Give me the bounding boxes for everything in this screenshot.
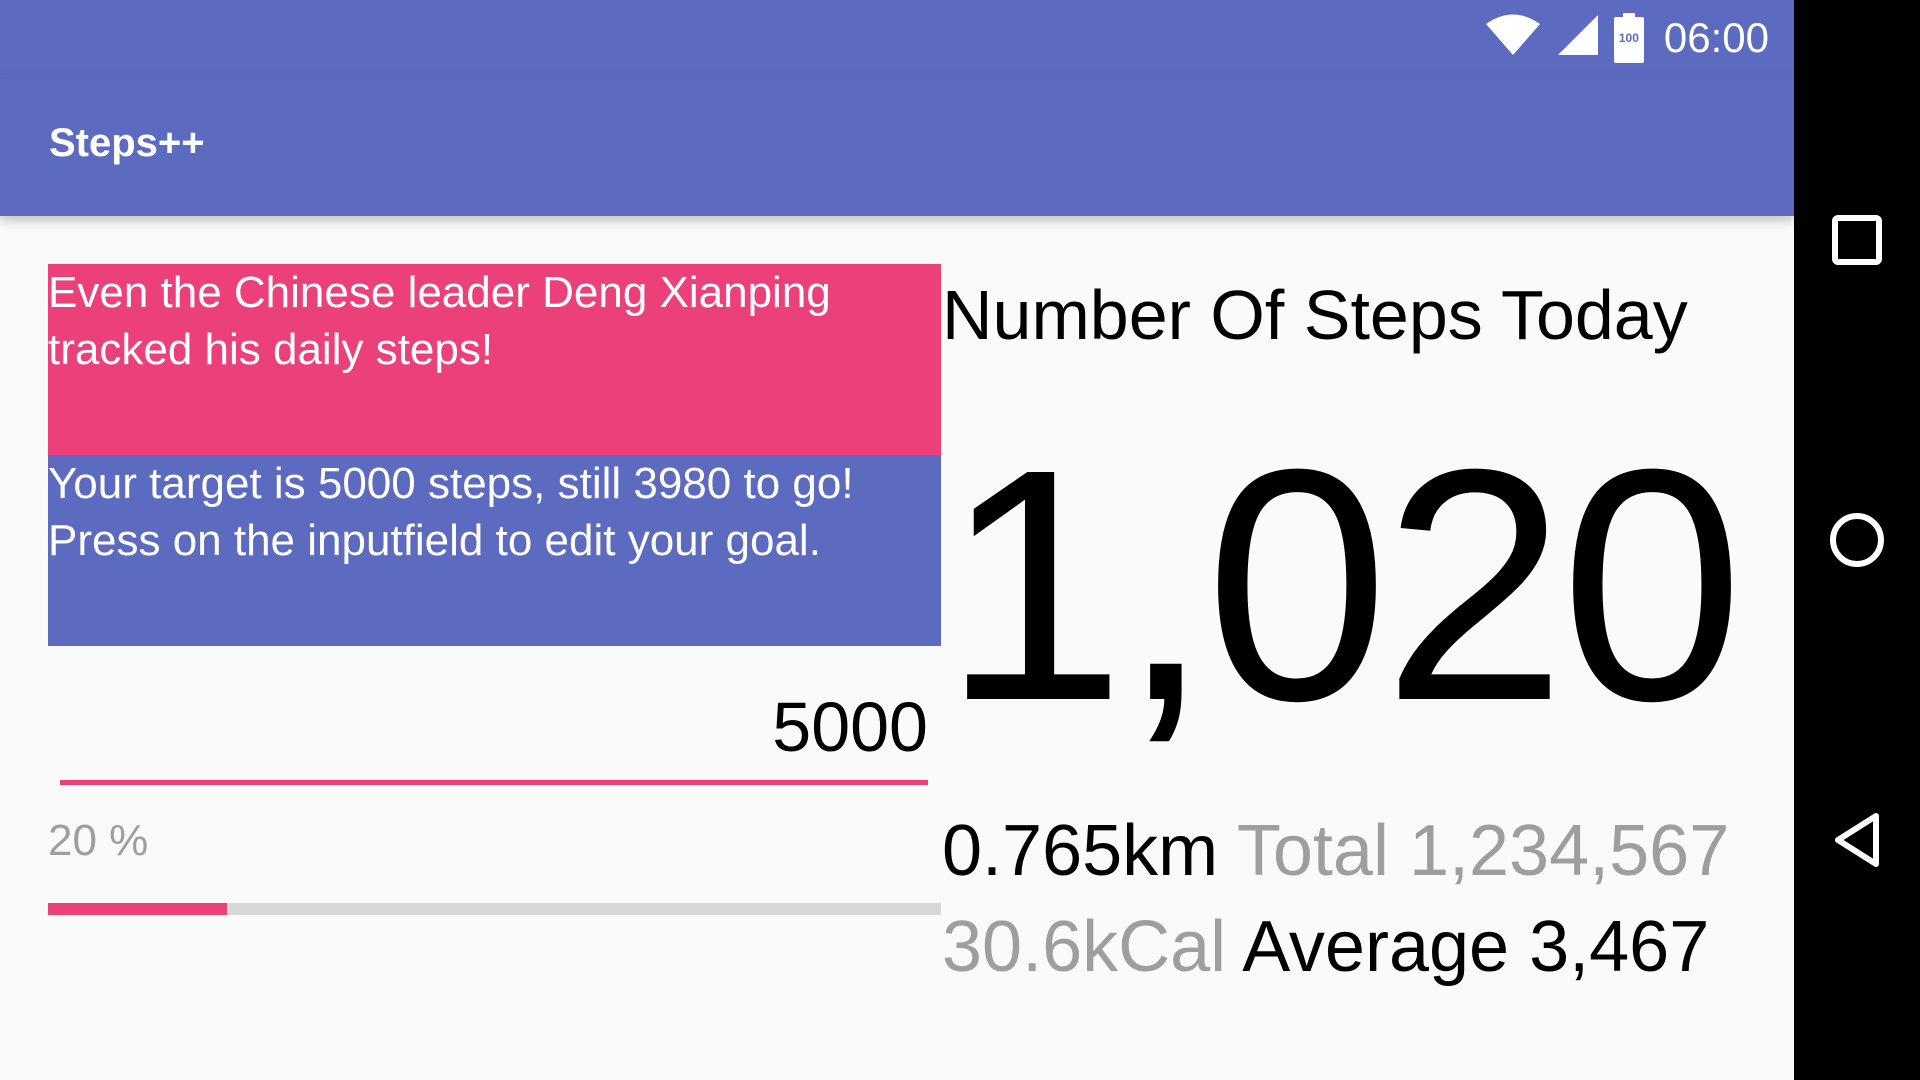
wifi-icon	[1484, 13, 1542, 62]
back-button[interactable]	[1794, 812, 1920, 873]
steps-today-title: Number Of Steps Today	[942, 276, 1688, 354]
steps-today-count: 1,020	[942, 400, 1744, 769]
clock: 06:00	[1663, 13, 1769, 61]
home-icon[interactable]	[1829, 512, 1885, 573]
app-title: Steps++	[49, 121, 205, 165]
back-icon[interactable]	[1832, 812, 1882, 873]
app-bar: Steps++	[0, 75, 1794, 216]
goal-input[interactable]: 5000	[60, 680, 928, 785]
motivation-text: Even the Chinese leader Deng Xianping tr…	[48, 268, 831, 374]
distance-value: 0.765km	[942, 811, 1219, 891]
progress-percent-label: 20 %	[48, 816, 149, 865]
app-screen: 100 06:00 Steps++ Even the Chinese leade…	[0, 0, 1794, 1080]
stats-row-distance-total: 0.765km Total 1,234,567	[942, 810, 1729, 892]
status-icons: 100 06:00	[1484, 10, 1769, 65]
battery-icon: 100	[1613, 12, 1644, 63]
stats-row-calories-average: 30.6kCal Average 3,467	[942, 906, 1709, 988]
goal-info-card: Your target is 5000 steps, still 3980 to…	[48, 455, 941, 646]
goal-progress-fill	[48, 903, 227, 915]
status-bar: 100 06:00	[0, 0, 1794, 75]
navigation-bar	[1794, 0, 1920, 1080]
goal-progress-bar	[48, 903, 941, 915]
recents-icon[interactable]	[1832, 215, 1882, 270]
goal-info-text: Your target is 5000 steps, still 3980 to…	[48, 459, 854, 565]
home-button[interactable]	[1794, 512, 1920, 573]
battery-level: 100	[1618, 30, 1639, 45]
total-steps-value: Total 1,234,567	[1236, 811, 1730, 891]
average-steps-value: Average 3,467	[1242, 907, 1710, 987]
motivation-card: Even the Chinese leader Deng Xianping tr…	[48, 264, 941, 455]
goal-input-value[interactable]: 5000	[772, 687, 928, 767]
recents-button[interactable]	[1794, 215, 1920, 270]
cell-signal-icon	[1556, 13, 1600, 62]
calories-value: 30.6kCal	[942, 907, 1227, 987]
